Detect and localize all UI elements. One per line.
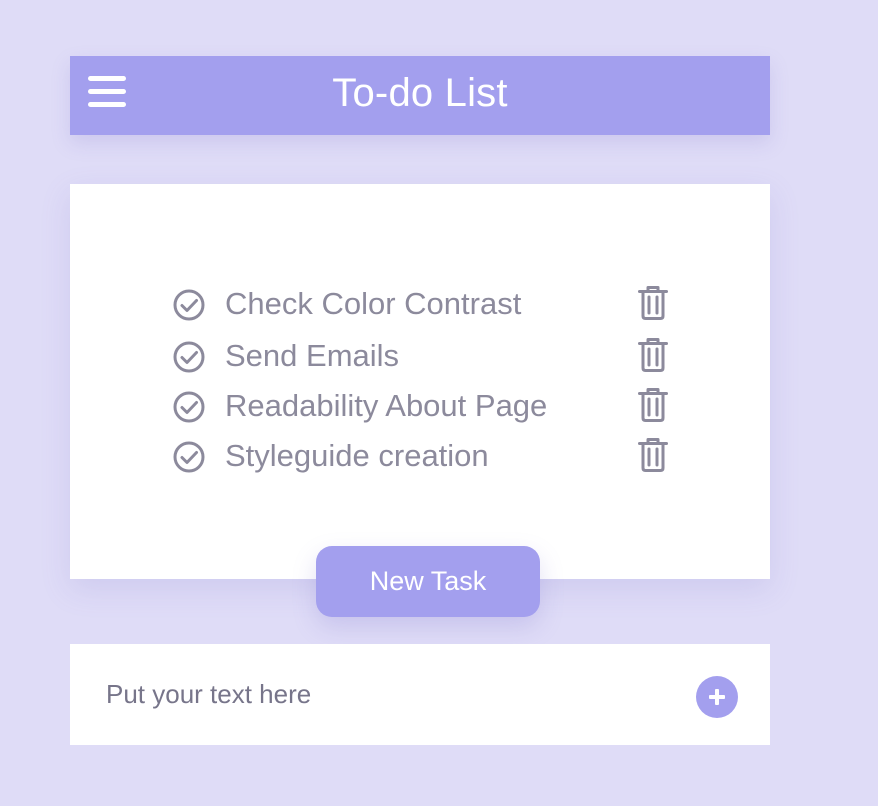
new-task-button[interactable]: New Task — [316, 546, 540, 617]
list-item: Styleguide creation — [172, 436, 672, 486]
task-label: Check Color Contrast — [225, 286, 522, 321]
check-circle-icon[interactable] — [172, 440, 206, 474]
plus-icon[interactable] — [696, 676, 738, 718]
task-list-card: Check Color Contrast Send Emails Readabi… — [70, 184, 770, 579]
task-label: Readability About Page — [225, 388, 548, 423]
app-header: To-do List — [70, 56, 770, 135]
list-item: Check Color Contrast — [172, 284, 672, 336]
task-text-input[interactable] — [106, 674, 666, 714]
task-label: Styleguide creation — [225, 438, 489, 473]
check-circle-icon[interactable] — [172, 288, 206, 322]
new-task-input-bar — [70, 644, 770, 745]
page-title: To-do List — [332, 71, 508, 115]
list-item: Readability About Page — [172, 386, 672, 436]
trash-icon[interactable] — [638, 438, 668, 472]
check-circle-icon[interactable] — [172, 390, 206, 424]
trash-icon[interactable] — [638, 338, 668, 372]
check-circle-icon[interactable] — [172, 340, 206, 374]
list-item: Send Emails — [172, 336, 672, 386]
trash-icon[interactable] — [638, 286, 668, 320]
task-list: Check Color Contrast Send Emails Readabi… — [172, 284, 672, 486]
task-label: Send Emails — [225, 338, 400, 373]
trash-icon[interactable] — [638, 388, 668, 422]
